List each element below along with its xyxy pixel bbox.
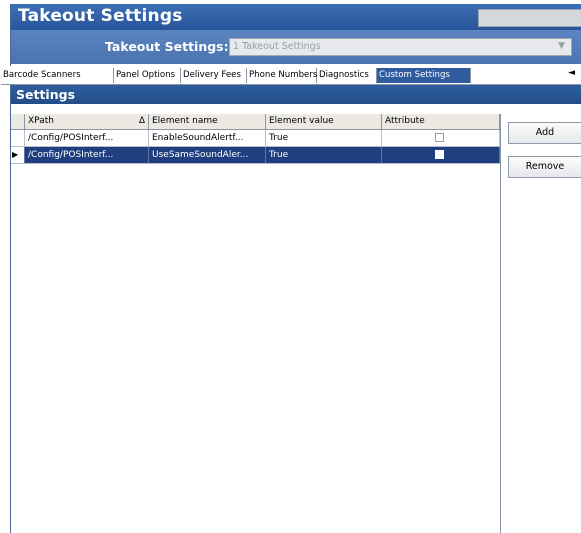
takeout-settings-window: Takeout Settings Takeout Settings: 1 Tak… — [1, 4, 581, 533]
tab-panel-options[interactable]: Panel Options — [114, 68, 181, 83]
attribute-checkbox[interactable] — [435, 133, 444, 142]
remove-button[interactable]: Remove — [508, 156, 581, 178]
title-bar: Takeout Settings — [11, 4, 581, 30]
settings-section-header: Settings — [11, 85, 581, 104]
row-header-corner — [11, 114, 25, 129]
tab-diagnostics[interactable]: Diagnostics — [317, 68, 377, 83]
title-bar-field — [478, 9, 581, 27]
grid-header: XPath Δ Element name Element value Attri… — [11, 114, 500, 130]
row-indicator-cell[interactable] — [11, 130, 25, 146]
tab-strip: Barcode Scanners Panel Options Delivery … — [1, 66, 581, 85]
settings-selector-row: Takeout Settings: 1 Takeout Settings ▼ — [11, 30, 581, 64]
section-title: Settings — [16, 87, 76, 102]
takeout-settings-select[interactable]: 1 Takeout Settings ▼ — [229, 38, 572, 56]
column-header-label: Attribute — [385, 116, 425, 126]
tab-phone-numbers[interactable]: Phone Numbers — [247, 68, 317, 83]
element-value-cell[interactable]: True — [266, 130, 382, 146]
column-header-label: Element name — [152, 116, 218, 126]
column-header-label: XPath — [28, 116, 54, 126]
attribute-checkbox[interactable] — [435, 150, 444, 159]
tab-barcode-scanners[interactable]: Barcode Scanners — [1, 68, 114, 83]
select-value: 1 Takeout Settings — [233, 41, 321, 52]
current-row-arrow-icon: ▶ — [12, 150, 19, 159]
xpath-cell[interactable]: /Config/POSInterf... — [25, 147, 149, 163]
column-header-element-value[interactable]: Element value — [266, 114, 382, 129]
table-row[interactable]: /Config/POSInterf... EnableSoundAlertf..… — [11, 130, 500, 147]
element-name-cell[interactable]: EnableSoundAlertf... — [149, 130, 266, 146]
window-title: Takeout Settings — [18, 6, 183, 26]
column-header-xpath[interactable]: XPath Δ — [25, 114, 149, 129]
attribute-cell[interactable] — [382, 147, 500, 163]
settings-grid[interactable]: XPath Δ Element name Element value Attri… — [11, 114, 501, 533]
add-button[interactable]: Add — [508, 122, 581, 144]
column-header-attribute[interactable]: Attribute — [382, 114, 500, 129]
chevron-left-icon[interactable]: ◄ — [568, 68, 575, 78]
sort-ascending-icon: Δ — [138, 116, 145, 126]
selector-label: Takeout Settings: — [105, 39, 229, 54]
column-header-label: Element value — [269, 116, 334, 126]
element-value-cell[interactable]: True — [266, 147, 382, 163]
tab-custom-settings[interactable]: Custom Settings — [377, 68, 471, 83]
row-indicator-cell[interactable]: ▶ — [11, 147, 25, 163]
table-row-selected[interactable]: ▶ /Config/POSInterf... UseSameSoundAler.… — [11, 147, 500, 164]
chevron-down-icon[interactable]: ▼ — [558, 41, 565, 51]
xpath-cell[interactable]: /Config/POSInterf... — [25, 130, 149, 146]
attribute-cell[interactable] — [382, 130, 500, 146]
element-name-cell[interactable]: UseSameSoundAler... — [149, 147, 266, 163]
tab-delivery-fees[interactable]: Delivery Fees — [181, 68, 247, 83]
column-header-element-name[interactable]: Element name — [149, 114, 266, 129]
